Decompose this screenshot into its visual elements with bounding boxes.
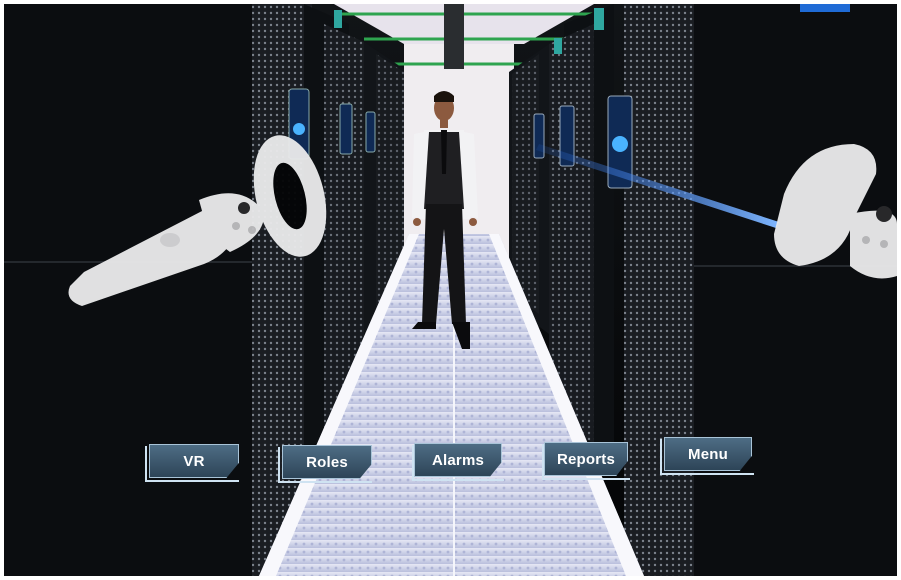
reports-button[interactable]: Reports — [544, 442, 628, 476]
left-rack-front — [4, 4, 254, 576]
vr-viewport: VR Roles Alarms Reports Menu — [4, 4, 897, 576]
right-rack-front — [694, 4, 897, 576]
datacenter-scene — [4, 4, 897, 576]
roles-button[interactable]: Roles — [282, 445, 372, 479]
alarms-button[interactable]: Alarms — [414, 443, 502, 477]
right-rack-mesh — [624, 4, 694, 576]
vr-button[interactable]: VR — [149, 444, 239, 478]
top-blue-indicator — [800, 4, 850, 12]
menu-button[interactable]: Menu — [664, 437, 752, 471]
ceiling-duct — [444, 4, 464, 69]
